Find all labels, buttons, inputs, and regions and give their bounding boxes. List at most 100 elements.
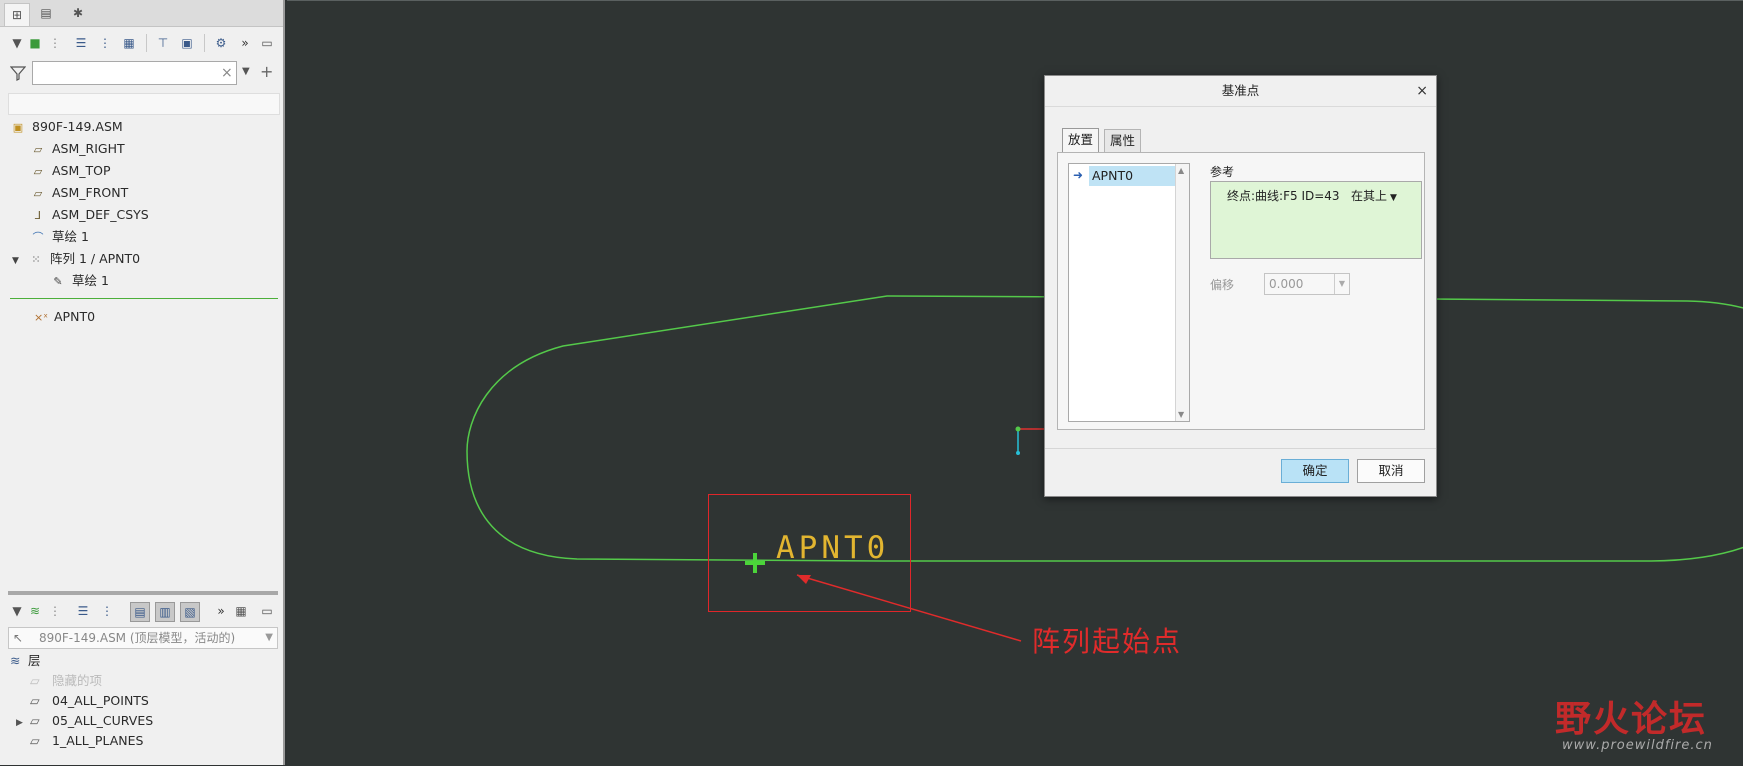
tree-expand-icon[interactable]: ⋮ xyxy=(96,34,114,52)
layer-hide-icon[interactable]: ▥ xyxy=(155,602,175,622)
scroll-up-icon[interactable]: ▲ xyxy=(1178,166,1184,175)
more-chevron-icon[interactable]: » xyxy=(212,602,230,620)
gear-icon[interactable]: ⚙ xyxy=(212,34,230,52)
tree-item-label: ASM_RIGHT xyxy=(52,141,125,156)
reference-value: 终点:曲线:F5 ID=43 xyxy=(1227,189,1340,203)
collapse-arrow-icon[interactable]: ▼ xyxy=(8,34,26,52)
layer-item-label: 隐藏的项 xyxy=(52,673,103,688)
layer-item-hidden[interactable]: ▱ 隐藏的项 xyxy=(30,671,102,691)
layer-show-icon[interactable]: ▤ xyxy=(130,602,150,622)
tab-properties[interactable]: 属性 xyxy=(1104,129,1142,152)
layer-item-label: 04_ALL_POINTS xyxy=(52,693,149,708)
placement-panel: ➜ APNT0 ▲ ▼ 参考 终点:曲线:F5 ID=43 在其上 ▼ 偏移 0.… xyxy=(1057,152,1425,430)
columns-icon[interactable]: ▦ xyxy=(120,34,138,52)
tree-item-asm-top[interactable]: ▱ ASM_TOP xyxy=(30,160,111,182)
point-list[interactable]: ➜ APNT0 ▲ ▼ xyxy=(1068,163,1190,422)
layer-root[interactable]: ≋ 层 xyxy=(10,651,41,671)
layers-icon[interactable]: ≋ xyxy=(26,602,44,620)
datum-point-label[interactable]: APNT0 xyxy=(776,530,889,566)
tree-item-sketch-1[interactable]: ⌒ 草绘 1 xyxy=(30,226,89,248)
tree-settings-icon[interactable]: ▣ xyxy=(178,34,196,52)
model-icon[interactable]: ■ xyxy=(26,34,44,52)
tree-column-header xyxy=(8,93,280,115)
dropdown-arrow-icon[interactable]: ▼ xyxy=(1390,193,1397,203)
annotation-text: 阵列起始点 xyxy=(1032,625,1183,658)
favorites-tab-icon[interactable]: ✱ xyxy=(66,3,90,23)
datum-plane-icon: ▱ xyxy=(33,187,43,200)
page-icon[interactable]: ▭ xyxy=(258,34,276,52)
insert-marker[interactable] xyxy=(10,298,278,299)
close-icon[interactable]: × xyxy=(1416,76,1428,106)
toolbar-separator xyxy=(146,34,147,52)
collapse-arrow-icon[interactable]: ▼ xyxy=(8,602,26,620)
layer-item-curves[interactable]: ▶ ▱ 05_ALL_CURVES xyxy=(16,711,153,731)
dropdown-arrow-icon[interactable]: ▼ xyxy=(1334,274,1349,294)
tree-list-icon[interactable]: ☰ xyxy=(72,34,90,52)
dropdown-arrow-icon[interactable]: ▼ xyxy=(242,66,250,77)
reference-constraint[interactable]: 在其上 ▼ xyxy=(1351,187,1397,204)
tree-item-asm-right[interactable]: ▱ ASM_RIGHT xyxy=(30,138,125,160)
more-chevron-icon[interactable]: » xyxy=(236,34,254,52)
folder-browser-tab-icon[interactable]: ▤ xyxy=(34,3,58,23)
tree-search: × ▼ + xyxy=(10,61,275,87)
layer-item-label: 05_ALL_CURVES xyxy=(52,713,154,728)
tree-filter-icon[interactable]: ⊤ xyxy=(154,34,172,52)
layer-item-planes[interactable]: ▱ 1_ALL_PLANES xyxy=(30,731,143,751)
funnel-icon[interactable] xyxy=(10,65,26,81)
tree-item-asm-front[interactable]: ▱ ASM_FRONT xyxy=(30,182,128,204)
layer-root-label: 层 xyxy=(28,653,41,668)
layer-model-select-value: 890F-149.ASM (顶层模型，活动的) xyxy=(39,631,236,645)
tree-item-sketch-1-child[interactable]: ✎ 草绘 1 xyxy=(50,270,109,292)
layer-list-icon[interactable]: ☰ xyxy=(74,602,92,620)
tab-placement[interactable]: 放置 xyxy=(1062,128,1100,153)
graphics-viewport[interactable] xyxy=(287,0,1743,766)
layer-icon: ▱ xyxy=(30,693,40,708)
toolbar-separator xyxy=(204,34,205,52)
watermark-url: www.proewildfire.cn xyxy=(1562,738,1713,753)
pattern-icon: ⁙ xyxy=(31,253,41,266)
tree-item-label: 草绘 1 xyxy=(72,273,109,288)
tree-item-asm-def-csys[interactable]: ⅃ ASM_DEF_CSYS xyxy=(30,204,149,226)
layer-model-select[interactable]: ↖ 890F-149.ASM (顶层模型，活动的) ▼ xyxy=(8,627,278,649)
datum-plane-icon: ▱ xyxy=(33,143,43,156)
csys-icon: ⅃ xyxy=(34,209,42,222)
tree-item-pattern-1[interactable]: ▼ ⁙ 阵列 1 / APNT0 xyxy=(12,248,140,270)
tree-item-label: 890F-149.ASM xyxy=(32,119,123,134)
list-scrollbar[interactable]: ▲ ▼ xyxy=(1175,164,1189,421)
layer-icon: ▱ xyxy=(30,713,40,728)
tree-item-label: 阵列 1 / APNT0 xyxy=(49,251,141,266)
model-tree-tab-icon[interactable]: ⊞ xyxy=(4,3,30,26)
tree-item-label: ASM_TOP xyxy=(52,163,111,178)
layer-icon: ▱ xyxy=(30,673,40,688)
point-list-item[interactable]: APNT0 xyxy=(1089,166,1176,186)
layer-isolate-icon[interactable]: ▧ xyxy=(180,602,200,622)
cancel-button[interactable]: 取消 xyxy=(1357,459,1425,483)
panel-splitter[interactable] xyxy=(8,591,278,595)
expand-arrow-icon[interactable]: ▼ xyxy=(12,250,24,272)
watermark-logo: 野火论坛 xyxy=(1555,699,1708,740)
expand-arrow-icon[interactable]: ▶ xyxy=(16,713,30,733)
layer-item-points[interactable]: ▱ 04_ALL_POINTS xyxy=(30,691,149,711)
layer-item-label: 1_ALL_PLANES xyxy=(52,733,144,748)
pointer-icon: ↖ xyxy=(13,631,24,645)
tree-item-assembly[interactable]: ▣ 890F-149.ASM xyxy=(10,116,123,138)
ok-button[interactable]: 确定 xyxy=(1281,459,1349,483)
add-filter-icon[interactable]: + xyxy=(260,62,273,81)
clear-icon[interactable]: × xyxy=(221,65,233,81)
reference-collector[interactable]: 终点:曲线:F5 ID=43 在其上 ▼ xyxy=(1210,181,1422,259)
scroll-down-icon[interactable]: ▼ xyxy=(1178,410,1184,419)
layer-expand-icon[interactable]: ⋮ xyxy=(98,602,116,620)
search-input[interactable] xyxy=(32,61,237,85)
dialog-divider xyxy=(1045,448,1436,449)
reference-label: 参考 xyxy=(1210,165,1235,179)
model-tree-panel: ⊞ ▤ ✱ ▼ ■ ⋮ ☰ ⋮ ▦ ⊤ ▣ ⚙ » ▭ × ▼ + ▣ 890F-… xyxy=(0,0,285,765)
model-tree-toolbar: ▼ ■ ⋮ ☰ ⋮ ▦ ⊤ ▣ ⚙ » ▭ xyxy=(0,30,283,56)
layer-toolbar: ▼ ≋ ⋮ ☰ ⋮ ▤ ▥ ▧ » ▦ ▭ xyxy=(0,598,283,624)
layer-properties-icon[interactable]: ▦ xyxy=(232,602,250,620)
offset-label: 偏移 xyxy=(1210,278,1235,292)
dropdown-arrow-icon[interactable]: ▼ xyxy=(265,628,273,648)
tree-item-apnt0[interactable]: ×ˣ APNT0 xyxy=(30,306,95,328)
datum-plane-icon: ▱ xyxy=(33,165,43,178)
offset-input[interactable]: 0.000 ▼ xyxy=(1264,273,1350,295)
page-icon[interactable]: ▭ xyxy=(258,602,276,620)
